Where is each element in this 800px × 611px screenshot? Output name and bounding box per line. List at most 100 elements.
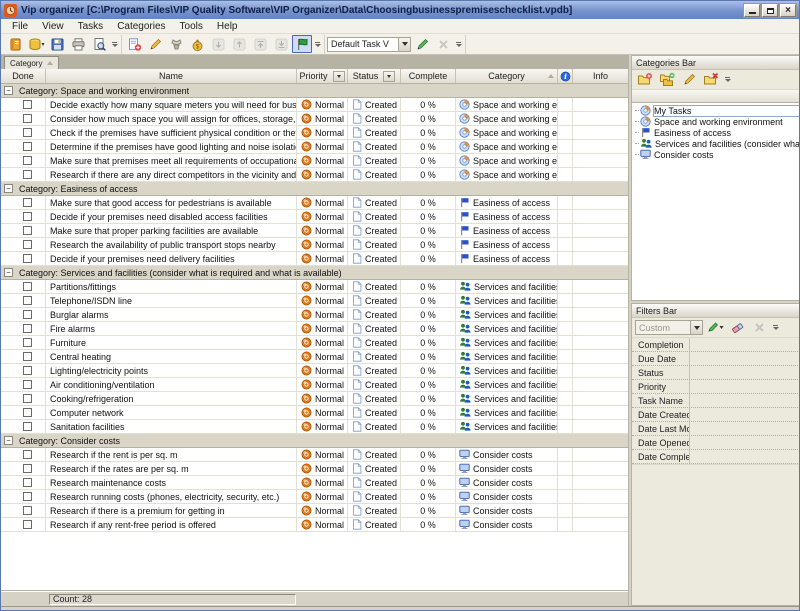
collapse-group-icon[interactable]: − [4,436,13,445]
category-group-row[interactable]: −Category: Consider costs [1,434,628,448]
column-header-notes[interactable]: i [558,69,573,83]
column-header-info[interactable]: Info [573,69,628,83]
task-row[interactable]: Telephone/ISDN lineNormalCreated0 %Servi… [1,294,628,308]
print-preview-button[interactable] [89,35,109,53]
category-group-row[interactable]: −Category: Easiness of access [1,182,628,196]
checkbox-icon[interactable] [23,240,32,249]
task-done-checkbox[interactable] [1,196,46,210]
filter-preset-dropdown-icon[interactable] [690,321,702,334]
task-row[interactable]: Fire alarmsNormalCreated0 %Services and … [1,322,628,336]
task-done-checkbox[interactable] [1,252,46,266]
filter-value-field[interactable] [690,408,800,421]
checkbox-icon[interactable] [23,422,32,431]
task-row[interactable]: Partitions/fittingsNormalCreated0 %Servi… [1,280,628,294]
checkbox-icon[interactable] [23,170,32,179]
collapse-group-icon[interactable]: − [4,184,13,193]
task-row[interactable]: Cooking/refrigerationNormalCreated0 %Ser… [1,392,628,406]
task-done-checkbox[interactable] [1,280,46,294]
toolbar-overflow-icon[interactable] [723,71,732,88]
menu-view[interactable]: View [35,19,71,33]
category-tree-item[interactable]: My Tasks [632,105,800,116]
collapse-group-icon[interactable]: − [4,86,13,95]
filter-value-field[interactable] [690,352,800,365]
task-done-checkbox[interactable] [1,518,46,532]
filter-value-field[interactable] [690,394,800,407]
task-done-checkbox[interactable] [1,448,46,462]
task-done-checkbox[interactable] [1,154,46,168]
checkbox-icon[interactable] [23,506,32,515]
add-category-button[interactable] [635,71,655,89]
checkbox-icon[interactable] [23,128,32,137]
task-done-checkbox[interactable] [1,392,46,406]
task-row[interactable]: Research running costs (phones, electric… [1,490,628,504]
task-done-checkbox[interactable] [1,112,46,126]
checkbox-icon[interactable] [23,142,32,151]
checkbox-icon[interactable] [23,352,32,361]
apply-filter-button[interactable] [705,319,725,337]
task-row[interactable]: Check if the premises have sufficient ph… [1,126,628,140]
edit-category-button[interactable] [679,71,699,89]
task-view-dropdown-icon[interactable] [398,38,410,51]
category-group-row[interactable]: −Category: Services and facilities (cons… [1,266,628,280]
task-row[interactable]: Research if the rates are per sq. mNorma… [1,462,628,476]
task-done-checkbox[interactable] [1,238,46,252]
filter-value-field[interactable] [690,422,800,435]
checkbox-icon[interactable] [23,282,32,291]
task-done-checkbox[interactable] [1,364,46,378]
filter-value-field[interactable] [690,338,800,351]
category-tree-item[interactable]: Services and facilities (consider what i… [632,138,800,149]
menu-tools[interactable]: Tools [173,19,210,33]
checkbox-icon[interactable] [23,408,32,417]
minimize-button[interactable] [744,4,760,17]
task-row[interactable]: Air conditioning/ventilationNormalCreate… [1,378,628,392]
task-row[interactable]: Determine if the premises have good ligh… [1,140,628,154]
filter-value-field[interactable] [690,380,800,393]
checkbox-icon[interactable] [23,296,32,305]
task-done-checkbox[interactable] [1,350,46,364]
task-done-checkbox[interactable] [1,168,46,182]
task-done-checkbox[interactable] [1,462,46,476]
task-done-checkbox[interactable] [1,490,46,504]
toolbar-overflow-icon[interactable] [110,36,119,53]
task-view-combobox[interactable]: Default Task V [327,37,411,52]
priority-filter-dropdown[interactable] [333,71,345,82]
menu-categories[interactable]: Categories [110,19,172,33]
task-done-checkbox[interactable] [1,308,46,322]
delete-category-button[interactable] [701,71,721,89]
column-header-done[interactable]: Done [1,69,46,83]
checkbox-icon[interactable] [23,114,32,123]
task-done-checkbox[interactable] [1,294,46,308]
filter-value-field[interactable] [690,450,800,463]
checkbox-icon[interactable] [23,100,32,109]
checkbox-icon[interactable] [23,464,32,473]
task-done-checkbox[interactable] [1,322,46,336]
clear-filter-button[interactable] [727,319,747,337]
checkbox-icon[interactable] [23,198,32,207]
checkbox-icon[interactable] [23,310,32,319]
menu-file[interactable]: File [5,19,35,33]
task-done-checkbox[interactable] [1,140,46,154]
open-database-button[interactable] [26,35,46,53]
task-row[interactable]: Make sure that proper parking facilities… [1,224,628,238]
checkbox-icon[interactable] [23,520,32,529]
checkbox-icon[interactable] [23,450,32,459]
task-row[interactable]: Decide if your premises need disabled ac… [1,210,628,224]
task-row[interactable]: Research if there is a premium for getti… [1,504,628,518]
task-row[interactable]: Research if the rent is per sq. mNormalC… [1,448,628,462]
checkbox-icon[interactable] [23,338,32,347]
task-done-checkbox[interactable] [1,126,46,140]
toolbar-overflow-icon[interactable] [313,36,322,53]
checkbox-icon[interactable] [23,254,32,263]
toolbar-overflow-icon[interactable] [771,319,780,336]
task-row[interactable]: Decide if your premises need delivery fa… [1,252,628,266]
checkbox-icon[interactable] [23,212,32,221]
checkbox-icon[interactable] [23,366,32,375]
checkbox-icon[interactable] [23,394,32,403]
task-row[interactable]: Decide exactly how many square meters yo… [1,98,628,112]
filter-value-field[interactable] [690,366,800,379]
task-done-checkbox[interactable] [1,420,46,434]
new-database-button[interactable] [5,35,25,53]
print-button[interactable] [68,35,88,53]
save-database-button[interactable] [47,35,67,53]
column-header-category[interactable]: Category [456,69,558,83]
